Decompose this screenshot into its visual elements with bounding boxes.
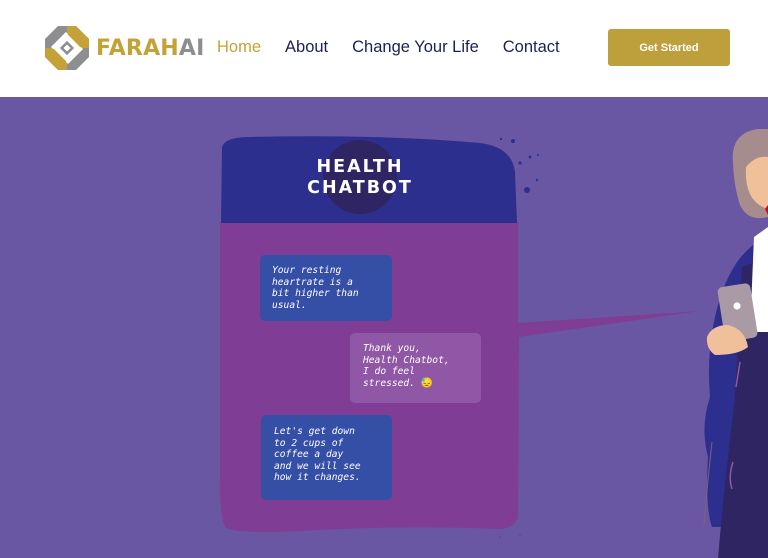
chat-message-user: Thank you, Health Chatbot, I do feel str… [350, 333, 481, 403]
main-nav: Home About Change Your Life Contact [217, 38, 584, 57]
logo-text-gold: FARAH [96, 35, 179, 61]
farahai-logo-icon [45, 26, 89, 70]
nav-change-your-life[interactable]: Change Your Life [352, 38, 479, 57]
chat-message-bot: Let's get down to 2 cups of coffee a day… [261, 415, 392, 500]
site-header: FARAHAI Home About Change Your Life Cont… [0, 0, 768, 97]
chat-message-text: Thank you, Health Chatbot, I do feel str… [363, 343, 450, 389]
nav-about[interactable]: About [285, 38, 328, 57]
get-started-button[interactable]: Get Started [608, 29, 730, 66]
woman-illustration [703, 129, 768, 558]
chat-message-bot: Your resting heartrate is a bit higher t… [260, 255, 392, 321]
chat-title-line2: CHATBOT [307, 178, 413, 198]
stressed-emoji-icon: 😓 [420, 377, 434, 389]
logo[interactable]: FARAHAI [44, 25, 205, 71]
chat-title: HEALTH CHATBOT [290, 157, 430, 199]
nav-contact[interactable]: Contact [503, 38, 560, 57]
logo-wordmark: FARAHAI [96, 36, 205, 61]
hero-section: HEALTH CHATBOT Your resting heartrate is… [0, 97, 768, 558]
nav-home[interactable]: Home [217, 38, 261, 57]
logo-text-gray: AI [178, 35, 205, 61]
chat-title-line1: HEALTH [316, 157, 404, 177]
